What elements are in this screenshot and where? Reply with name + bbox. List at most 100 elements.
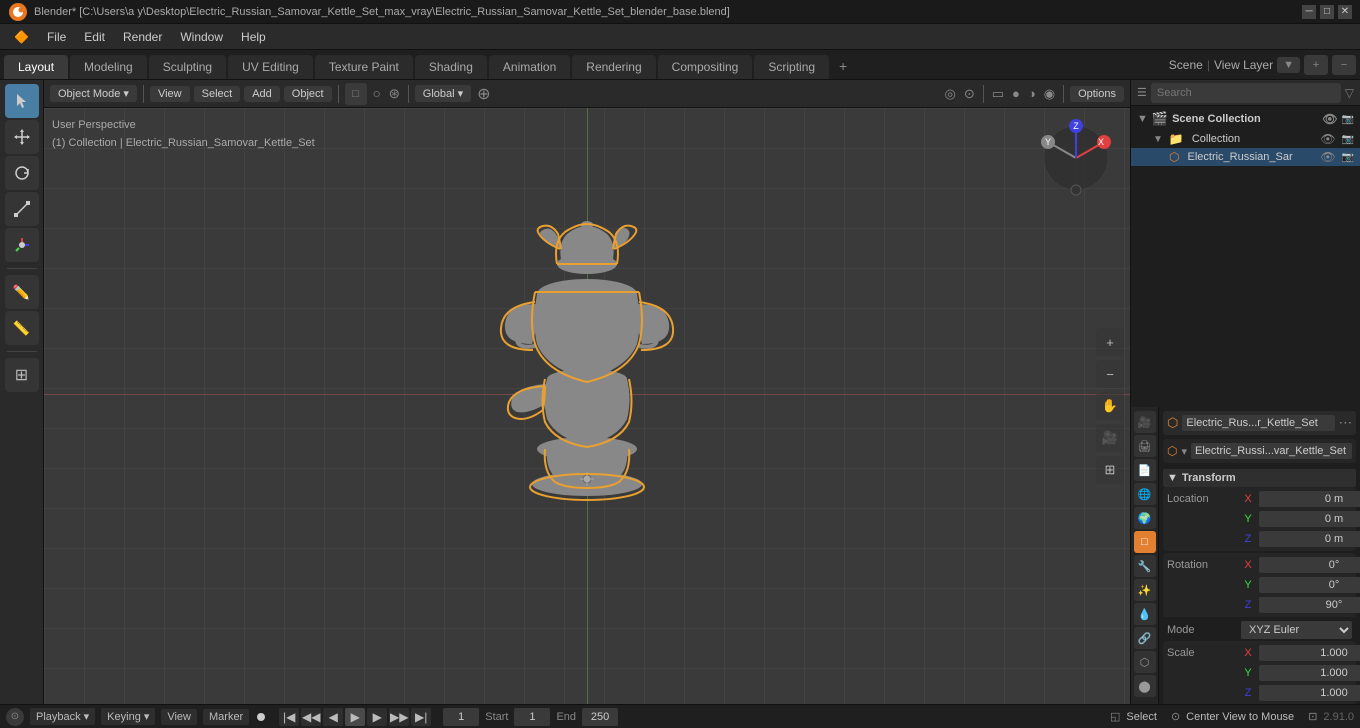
tab-animation[interactable]: Animation <box>489 55 570 79</box>
shading-material-button[interactable]: ◑ <box>1026 84 1038 103</box>
overlay-button[interactable]: ⊙ <box>962 84 977 104</box>
rotation-mode-select[interactable]: XYZ Euler XZY Euler YXZ Euler Quaternion <box>1241 621 1352 639</box>
coll-render-icon[interactable]: 📷 <box>1342 134 1354 145</box>
constraints-props-button[interactable]: 🔗 <box>1134 627 1156 649</box>
menu-help[interactable]: Help <box>233 27 274 47</box>
navigation-gizmo[interactable]: X Y Z <box>1036 118 1116 198</box>
go-to-end-button[interactable]: ▶| <box>411 708 431 726</box>
zoom-in-button[interactable]: + <box>1096 328 1124 356</box>
tab-layout[interactable]: Layout <box>4 55 68 79</box>
material-props-button[interactable]: ⬤ <box>1134 675 1156 697</box>
tab-modeling[interactable]: Modeling <box>70 55 147 79</box>
scale-x-input[interactable] <box>1259 645 1360 661</box>
prev-frame-button[interactable]: ◀ <box>323 708 343 726</box>
object-name-input[interactable] <box>1182 415 1334 431</box>
tab-texture-paint[interactable]: Texture Paint <box>315 55 413 79</box>
add-view-layer-button[interactable]: + <box>1304 55 1328 75</box>
keying-menu-button[interactable]: Keying ▾ <box>101 708 155 725</box>
options-button[interactable]: Options <box>1070 86 1124 102</box>
camera-view-button[interactable]: 🎥 <box>1096 424 1124 452</box>
timeline-expand-button[interactable]: ⊙ <box>6 708 24 726</box>
view-layer-options-button[interactable]: ▼ <box>1277 57 1300 73</box>
rotation-y-input[interactable] <box>1259 577 1360 593</box>
coll-visibility-icon[interactable]: 👁 <box>1320 132 1335 146</box>
shading-wire-button[interactable]: ▭ <box>990 84 1006 104</box>
shading-solid-button[interactable]: ● <box>1010 84 1022 103</box>
object-menu-button[interactable]: Object <box>284 86 332 102</box>
location-z-input[interactable] <box>1259 531 1360 547</box>
viewport-canvas[interactable]: User Perspective (1) Collection | Electr… <box>44 108 1130 704</box>
physics-props-button[interactable]: 💧 <box>1134 603 1156 625</box>
rotate-tool-button[interactable] <box>5 156 39 190</box>
outliner-search-input[interactable] <box>1151 83 1341 103</box>
outliner-filter-button[interactable]: ▽ <box>1345 86 1354 100</box>
menu-window[interactable]: Window <box>172 27 231 47</box>
transform-section-header[interactable]: ▼ Transform <box>1163 469 1356 487</box>
tab-sculpting[interactable]: Sculpting <box>149 55 226 79</box>
magnet-snap-button[interactable]: ⊕ <box>475 82 492 106</box>
add-workspace-button[interactable]: + <box>831 53 855 79</box>
rotation-x-input[interactable] <box>1259 557 1360 573</box>
scene-props-button[interactable]: 🌐 <box>1134 483 1156 505</box>
object-mode-button[interactable]: Object Mode ▾ <box>50 85 137 102</box>
cursor-tool-button[interactable] <box>5 84 39 118</box>
shading-render-button[interactable]: ◉ <box>1042 84 1057 104</box>
object-data-name-input[interactable] <box>1191 443 1352 459</box>
samovar-object[interactable] <box>477 214 697 534</box>
select-box-button[interactable]: □ <box>345 83 367 105</box>
annotate-tool-button[interactable]: ✏️ <box>5 275 39 309</box>
data-props-button[interactable]: ⬡ <box>1134 651 1156 673</box>
menu-edit[interactable]: Edit <box>76 27 113 47</box>
menu-render[interactable]: Render <box>115 27 170 47</box>
view-layer-props-button[interactable]: 📄 <box>1134 459 1156 481</box>
transform-tool-button[interactable] <box>5 228 39 262</box>
world-props-button[interactable]: 🌍 <box>1134 507 1156 529</box>
tab-scripting[interactable]: Scripting <box>754 55 829 79</box>
select-menu-button[interactable]: Select <box>194 86 241 102</box>
obj-render-icon[interactable]: 📷 <box>1342 152 1354 163</box>
prev-keyframe-button[interactable]: ◀◀ <box>301 708 321 726</box>
scene-coll-render-icon[interactable]: 📷 <box>1342 114 1354 125</box>
add-menu-button[interactable]: Add <box>244 86 280 102</box>
zoom-out-button[interactable]: − <box>1096 360 1124 388</box>
quad-view-button[interactable]: ⊞ <box>1096 456 1124 484</box>
proportional-edit-button[interactable]: ◎ <box>942 84 957 104</box>
close-button[interactable]: ✕ <box>1338 5 1352 19</box>
marker-menu-button[interactable]: Marker <box>203 709 249 725</box>
object-props-button[interactable]: □ <box>1134 531 1156 553</box>
outliner-collection-item[interactable]: ▼ 📁 Collection 👁 📷 <box>1131 130 1360 148</box>
tab-shading[interactable]: Shading <box>415 55 487 79</box>
location-x-input[interactable] <box>1259 491 1360 507</box>
object-data-expand-button[interactable]: ▾ <box>1181 445 1187 458</box>
outliner-scene-collection[interactable]: ▼ 🎬 Scene Collection 👁 📷 <box>1131 108 1360 130</box>
current-frame-input[interactable] <box>443 708 479 726</box>
pan-view-button[interactable]: ✋ <box>1096 392 1124 420</box>
view-menu-button[interactable]: View <box>150 86 190 102</box>
play-button[interactable]: ▶ <box>345 708 365 726</box>
select-lasso-button[interactable]: ⊛ <box>387 84 402 104</box>
scale-z-input[interactable] <box>1259 685 1360 701</box>
menu-file[interactable]: File <box>39 27 74 47</box>
rotation-z-input[interactable] <box>1259 597 1360 613</box>
end-frame-input[interactable] <box>582 708 618 726</box>
maximize-button[interactable]: □ <box>1320 5 1334 19</box>
modifiers-props-button[interactable]: 🔧 <box>1134 555 1156 577</box>
minimize-button[interactable]: ─ <box>1302 5 1316 19</box>
timeline-view-menu-button[interactable]: View <box>161 709 197 725</box>
add-cube-button[interactable]: ⊞ <box>5 358 39 392</box>
scene-coll-visibility-icon[interactable]: 👁 <box>1322 112 1337 126</box>
outliner-object-item[interactable]: ⬡ Electric_Russian_Sar 👁 📷 <box>1131 148 1360 166</box>
next-keyframe-button[interactable]: ▶▶ <box>389 708 409 726</box>
go-to-start-button[interactable]: |◀ <box>279 708 299 726</box>
select-circle-button[interactable]: ○ <box>371 84 383 103</box>
viewport[interactable]: Object Mode ▾ View Select Add Object □ ○… <box>44 80 1130 704</box>
remove-view-layer-button[interactable]: − <box>1332 55 1356 75</box>
scale-tool-button[interactable] <box>5 192 39 226</box>
object-name-options-button[interactable]: ⋯ <box>1339 415 1352 431</box>
menu-blender[interactable]: 🔶 <box>6 27 37 47</box>
move-tool-button[interactable] <box>5 120 39 154</box>
transform-orient-button[interactable]: Global ▾ <box>415 85 471 102</box>
tab-rendering[interactable]: Rendering <box>572 55 655 79</box>
particles-props-button[interactable]: ✨ <box>1134 579 1156 601</box>
render-props-button[interactable]: 🎥 <box>1134 411 1156 433</box>
